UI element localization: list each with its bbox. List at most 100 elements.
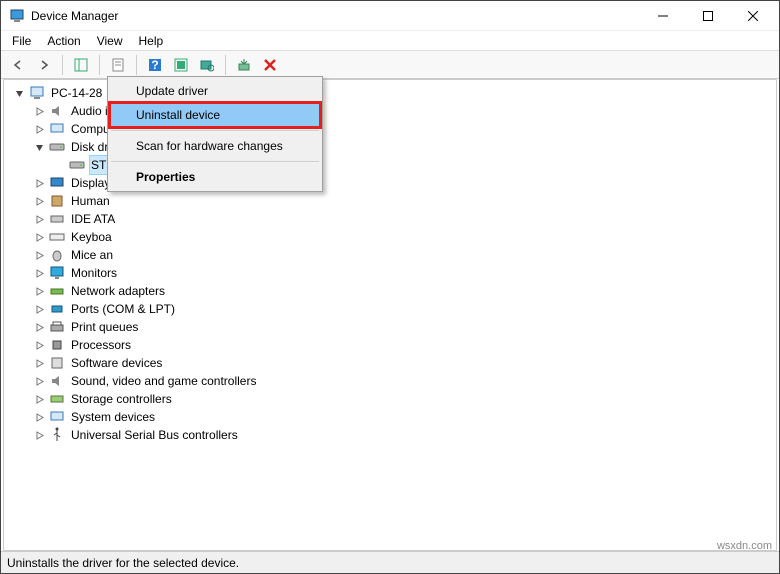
tree-node-software[interactable]: Software devices <box>32 354 768 372</box>
ctx-scan-hardware[interactable]: Scan for hardware changes <box>110 134 320 158</box>
toolbar-separator <box>62 55 63 75</box>
tree-label: Print queues <box>69 318 140 336</box>
toolbar-separator <box>99 55 100 75</box>
device-tree-pane[interactable]: PC-14-28 Audio inputs and outputs Comput… <box>3 79 777 551</box>
expand-icon[interactable] <box>34 106 45 117</box>
expand-icon[interactable] <box>34 268 45 279</box>
properties-button[interactable] <box>107 54 129 76</box>
mouse-icon <box>49 247 65 263</box>
help-button[interactable]: ? <box>144 54 166 76</box>
show-hide-tree-button[interactable] <box>70 54 92 76</box>
expand-icon[interactable] <box>34 394 45 405</box>
usb-icon <box>49 427 65 443</box>
storage-icon <box>49 391 65 407</box>
collapse-icon[interactable] <box>14 88 25 99</box>
titlebar: Device Manager <box>1 1 779 31</box>
system-icon <box>49 409 65 425</box>
forward-button[interactable] <box>33 54 55 76</box>
expand-icon[interactable] <box>34 304 45 315</box>
tree-node-system[interactable]: System devices <box>32 408 768 426</box>
uninstall-button[interactable] <box>259 54 281 76</box>
display-icon <box>49 175 65 191</box>
expand-icon[interactable] <box>34 430 45 441</box>
ide-icon <box>49 211 65 227</box>
tree-node-ide[interactable]: IDE ATA <box>32 210 768 228</box>
tree-node-mice[interactable]: Mice an <box>32 246 768 264</box>
tree-node-network[interactable]: Network adapters <box>32 282 768 300</box>
menu-view[interactable]: View <box>90 32 130 50</box>
tree-label: Storage controllers <box>69 390 174 408</box>
collapse-icon[interactable] <box>34 142 45 153</box>
tree-node-human[interactable]: Human <box>32 192 768 210</box>
expand-icon[interactable] <box>34 286 45 297</box>
expand-icon[interactable] <box>34 376 45 387</box>
toolbar-separator <box>136 55 137 75</box>
expand-icon[interactable] <box>34 412 45 423</box>
window-title: Device Manager <box>31 9 640 23</box>
tree-node-sound[interactable]: Sound, video and game controllers <box>32 372 768 390</box>
computer-icon <box>29 85 45 101</box>
update-driver-button[interactable] <box>233 54 255 76</box>
tree-label: Monitors <box>69 264 119 282</box>
ctx-separator <box>111 130 319 131</box>
tree-root-label: PC-14-28 <box>49 84 104 102</box>
scan-button[interactable] <box>196 54 218 76</box>
menu-help[interactable]: Help <box>132 32 171 50</box>
device-manager-window: Device Manager File Action View Help ? <box>0 0 780 574</box>
ctx-properties[interactable]: Properties <box>110 165 320 189</box>
tree-label: Processors <box>69 336 133 354</box>
status-text: Uninstalls the driver for the selected d… <box>7 556 773 570</box>
statusbar: Uninstalls the driver for the selected d… <box>1 551 779 573</box>
expand-icon[interactable] <box>34 232 45 243</box>
action-button[interactable] <box>170 54 192 76</box>
tree-label: Display <box>69 174 112 192</box>
minimize-button[interactable] <box>640 1 685 30</box>
context-menu: Update driver Uninstall device Scan for … <box>107 79 323 192</box>
computer-icon <box>49 121 65 137</box>
tree-node-usb[interactable]: Universal Serial Bus controllers <box>32 426 768 444</box>
tree-node-keyboard[interactable]: Keyboa <box>32 228 768 246</box>
expand-icon[interactable] <box>34 340 45 351</box>
keyboard-icon <box>49 229 65 245</box>
expand-icon[interactable] <box>34 196 45 207</box>
tree-label: Human <box>69 192 112 210</box>
disk-icon <box>49 139 65 155</box>
tree-label: Software devices <box>69 354 164 372</box>
app-icon <box>9 8 25 24</box>
printer-icon <box>49 319 65 335</box>
tree-node-processors[interactable]: Processors <box>32 336 768 354</box>
tree-node-ports[interactable]: Ports (COM & LPT) <box>32 300 768 318</box>
ctx-uninstall-device[interactable]: Uninstall device <box>110 103 320 127</box>
port-icon <box>49 301 65 317</box>
svg-text:?: ? <box>151 58 158 72</box>
ctx-update-driver[interactable]: Update driver <box>110 79 320 103</box>
menubar: File Action View Help <box>1 31 779 51</box>
expand-icon[interactable] <box>34 124 45 135</box>
expand-icon[interactable] <box>34 214 45 225</box>
back-button[interactable] <box>7 54 29 76</box>
cpu-icon <box>49 337 65 353</box>
expand-icon[interactable] <box>34 322 45 333</box>
tree-label: Universal Serial Bus controllers <box>69 426 240 444</box>
expand-icon[interactable] <box>34 358 45 369</box>
menu-action[interactable]: Action <box>40 32 87 50</box>
menu-file[interactable]: File <box>5 32 38 50</box>
toolbar: ? <box>1 51 779 79</box>
close-button[interactable] <box>730 1 775 30</box>
monitor-icon <box>49 265 65 281</box>
audio-icon <box>49 103 65 119</box>
hid-icon <box>49 193 65 209</box>
software-icon <box>49 355 65 371</box>
tree-label: IDE ATA <box>69 210 117 228</box>
tree-node-printqueues[interactable]: Print queues <box>32 318 768 336</box>
tree-label: Sound, video and game controllers <box>69 372 258 390</box>
expand-icon[interactable] <box>34 250 45 261</box>
sound-icon <box>49 373 65 389</box>
expand-icon[interactable] <box>34 178 45 189</box>
tree-node-monitors[interactable]: Monitors <box>32 264 768 282</box>
window-controls <box>640 1 775 30</box>
maximize-button[interactable] <box>685 1 730 30</box>
watermark: wsxdn.com <box>717 540 772 552</box>
disk-icon <box>69 157 85 173</box>
tree-node-storage[interactable]: Storage controllers <box>32 390 768 408</box>
